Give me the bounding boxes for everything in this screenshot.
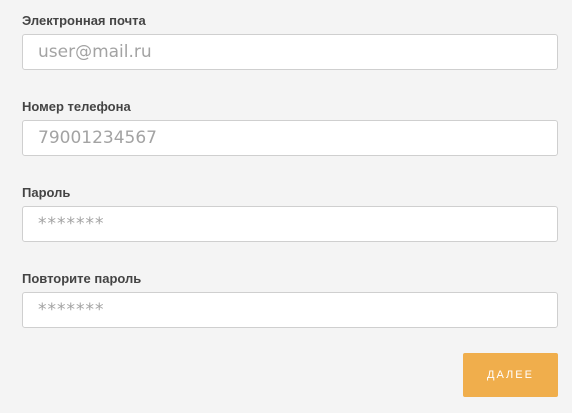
next-button[interactable]: ДАЛЕЕ (463, 353, 558, 397)
email-field[interactable] (22, 34, 558, 70)
password-repeat-label: Повторите пароль (22, 271, 142, 286)
email-label: Электронная почта (22, 13, 146, 28)
password-field[interactable] (22, 206, 558, 242)
phone-field[interactable] (22, 120, 558, 156)
password-label: Пароль (22, 185, 71, 200)
phone-label: Номер телефона (22, 99, 131, 114)
password-repeat-field[interactable] (22, 292, 558, 328)
